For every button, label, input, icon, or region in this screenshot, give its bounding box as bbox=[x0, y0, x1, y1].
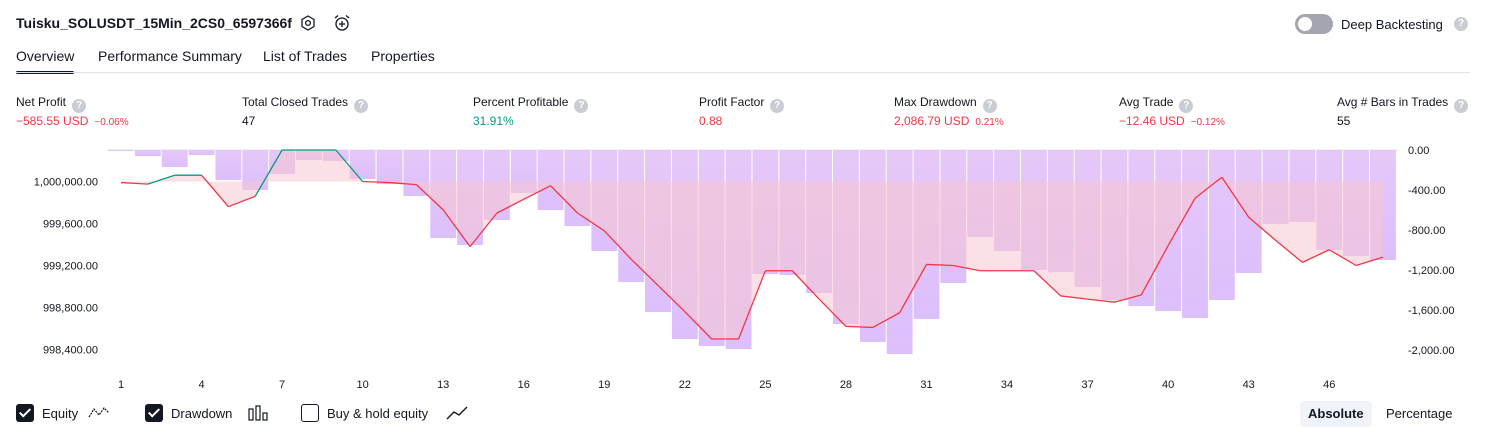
deep-backtesting-label: Deep Backtesting bbox=[1341, 17, 1443, 32]
drawdown-bar bbox=[134, 150, 161, 156]
metric-value: 31.91% bbox=[473, 114, 514, 128]
metric-label: Avg # Bars in Trades? bbox=[1337, 95, 1469, 113]
drawdown-checkbox[interactable] bbox=[145, 404, 163, 422]
help-icon[interactable]: ? bbox=[72, 99, 87, 113]
right-axis-tick: -800.00 bbox=[1408, 225, 1445, 237]
x-axis-tick: 28 bbox=[840, 379, 852, 391]
drawdown-bar bbox=[161, 150, 188, 167]
tab-divider bbox=[16, 72, 1470, 73]
x-axis-tick: 16 bbox=[518, 379, 530, 391]
alarm-clock-plus-icon[interactable] bbox=[333, 14, 351, 32]
help-icon[interactable]: ? bbox=[982, 99, 997, 113]
right-axis-tick: -2,000.00 bbox=[1408, 345, 1454, 357]
x-axis-tick: 37 bbox=[1081, 379, 1093, 391]
metric-value: −585.55 USD −0.06% bbox=[16, 114, 129, 128]
tab-performance-summary[interactable]: Performance Summary bbox=[98, 48, 242, 64]
drawdown-bar bbox=[1182, 150, 1208, 318]
metric-label: Max Drawdown? bbox=[894, 95, 997, 113]
tab-list-of-trades[interactable]: List of Trades bbox=[263, 48, 347, 64]
x-axis-tick: 7 bbox=[279, 379, 285, 391]
drawdown-bar bbox=[108, 150, 134, 151]
help-icon[interactable]: ? bbox=[1179, 99, 1194, 113]
x-axis-tick: 25 bbox=[759, 379, 771, 391]
left-axis-tick: 999,600.00 bbox=[43, 219, 98, 231]
x-axis-tick: 34 bbox=[1001, 379, 1013, 391]
percentage-button[interactable]: Percentage bbox=[1378, 401, 1461, 427]
drawdown-bar bbox=[215, 150, 242, 180]
right-axis-tick: -1,600.00 bbox=[1408, 305, 1454, 317]
metric-value: 2,086.79 USD 0.21% bbox=[894, 114, 1004, 128]
left-axis-tick: 998,400.00 bbox=[43, 345, 98, 357]
equity-drawdown-chart[interactable]: 1,000,000.00 999,600.00 999,200.00 998,800.… bbox=[0, 140, 1486, 395]
x-axis-tick: 19 bbox=[598, 379, 610, 391]
x-axis-tick: 13 bbox=[437, 379, 449, 391]
x-axis-tick: 4 bbox=[198, 379, 204, 391]
x-axis-tick: 31 bbox=[920, 379, 932, 391]
drawdown-bars-icon bbox=[248, 405, 268, 421]
deep-backtesting-toggle[interactable] bbox=[1295, 14, 1333, 34]
drawdown-bar bbox=[1208, 150, 1235, 300]
left-axis-tick: 999,200.00 bbox=[43, 261, 98, 273]
absolute-button[interactable]: Absolute bbox=[1300, 401, 1372, 427]
right-axis-tick: -1,200.00 bbox=[1408, 265, 1454, 277]
help-icon[interactable]: ? bbox=[354, 99, 369, 113]
x-axis-tick: 40 bbox=[1162, 379, 1174, 391]
right-axis-tick: 0.00 bbox=[1408, 145, 1429, 157]
buy-hold-checkbox[interactable] bbox=[301, 404, 319, 422]
drawdown-bar bbox=[188, 150, 215, 155]
left-axis-tick: 1,000,000.00 bbox=[34, 177, 98, 189]
help-icon[interactable]: ? bbox=[1454, 17, 1468, 31]
equity-checkbox[interactable] bbox=[16, 404, 34, 422]
toggle-knob bbox=[1298, 17, 1312, 31]
tab-overview[interactable]: Overview bbox=[16, 48, 75, 74]
x-axis-tick: 43 bbox=[1243, 379, 1255, 391]
strategy-title: Tuisku_SOLUSDT_15Min_2CS0_6597366f bbox=[16, 15, 292, 31]
buy-hold-label: Buy & hold equity bbox=[327, 406, 429, 421]
help-icon[interactable]: ? bbox=[770, 99, 785, 113]
metric-percent: −0.12% bbox=[1190, 117, 1225, 128]
drawdown-label: Drawdown bbox=[171, 406, 233, 421]
drawdown-bar bbox=[376, 150, 403, 184]
metric-label: Avg Trade? bbox=[1119, 95, 1194, 113]
metric-label: Profit Factor? bbox=[699, 95, 785, 113]
gear-icon[interactable] bbox=[299, 14, 317, 32]
metric-value: −12.46 USD −0.12% bbox=[1119, 114, 1225, 128]
left-axis-tick: 998,800.00 bbox=[43, 303, 98, 315]
metric-value: 55 bbox=[1337, 114, 1351, 128]
metric-value: 0.88 bbox=[699, 114, 723, 128]
metric-value: 47 bbox=[242, 114, 256, 128]
metric-label: Percent Profitable? bbox=[473, 95, 589, 113]
x-axis-tick: 22 bbox=[679, 379, 691, 391]
x-axis-tick: 46 bbox=[1323, 379, 1335, 391]
buy-hold-line-icon bbox=[446, 406, 468, 420]
equity-line-icon bbox=[88, 407, 110, 418]
drawdown-bar bbox=[537, 150, 564, 210]
help-icon[interactable]: ? bbox=[1454, 99, 1469, 113]
metric-label: Total Closed Trades? bbox=[242, 95, 369, 113]
x-axis-tick: 10 bbox=[357, 379, 369, 391]
x-axis-tick: 1 bbox=[118, 379, 124, 391]
right-axis-tick: -400.00 bbox=[1408, 185, 1445, 197]
metric-percent: 0.21% bbox=[975, 117, 1004, 128]
equity-label: Equity bbox=[42, 406, 79, 421]
metric-percent: −0.06% bbox=[94, 117, 129, 128]
help-icon[interactable]: ? bbox=[574, 99, 589, 113]
chart-legend: Equity Drawdown Buy & hold equity bbox=[16, 404, 516, 424]
tab-properties[interactable]: Properties bbox=[371, 48, 435, 64]
metric-label: Net Profit? bbox=[16, 95, 87, 113]
